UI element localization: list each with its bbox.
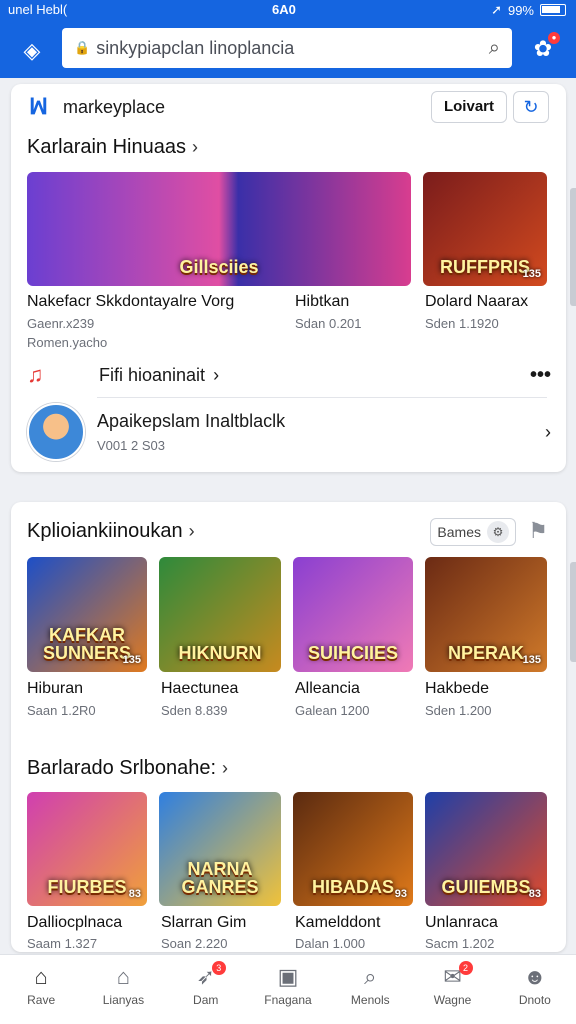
chat-icon: ✉ bbox=[443, 964, 462, 989]
location-icon: ➚ bbox=[491, 2, 502, 17]
game-subtitle: Gaenr.x239 bbox=[27, 316, 95, 331]
notifications-icon[interactable]: ✿ ● bbox=[528, 32, 560, 66]
game-subtitle: Sacm 1.202 bbox=[425, 936, 495, 951]
tab-badge: 2 bbox=[458, 961, 473, 975]
tab-bag[interactable]: ▣ Fnagana bbox=[247, 955, 329, 1024]
game-title[interactable]: Alleancia bbox=[295, 680, 360, 698]
game-subtitle: Sden 1.1920 bbox=[425, 316, 499, 331]
section-title[interactable]: Barlarado Srlbonahe: › bbox=[27, 757, 228, 780]
section-title[interactable]: Karlarain Hinuaas › bbox=[27, 136, 198, 159]
game-thumbnail[interactable]: FIURBES 83 bbox=[27, 792, 147, 906]
tab-rocket[interactable]: ➶ 3 Dam bbox=[165, 955, 247, 1024]
lock-icon: 🔒 bbox=[74, 40, 91, 55]
search-icon: ⌕ bbox=[364, 964, 377, 989]
game-thumbnail[interactable]: SUIHCIIES bbox=[293, 557, 413, 672]
game-thumbnail[interactable]: GUIIEMBS 83 bbox=[425, 792, 547, 906]
game-title[interactable]: Hiburan bbox=[27, 680, 83, 698]
battery-percent: 99% bbox=[507, 2, 534, 18]
brand-row: ꟽ markeyplace Loivart ↻ bbox=[29, 90, 549, 124]
game-subtitle: Saam 1.327 bbox=[27, 936, 98, 951]
settings-icon: ⚙ bbox=[487, 521, 509, 543]
bottom-navigation: ⌂ Rave ⌂ Lianyas ➶ 3 Dam ▣ Fnagana ⌕ Menols ✉ 2… bbox=[0, 954, 576, 1024]
game-subtitle: Saan 1.2R0 bbox=[27, 703, 96, 718]
game-title[interactable]: Dolard Naarax bbox=[425, 293, 528, 311]
section-title[interactable]: Kplioiankiinoukan › bbox=[27, 520, 195, 543]
status-time: 6A0 bbox=[272, 2, 296, 17]
notification-dot: ● bbox=[548, 32, 560, 44]
game-title[interactable]: Hakbede bbox=[425, 680, 489, 698]
avatar bbox=[27, 403, 85, 461]
tab-profile[interactable]: ☻ Dnoto bbox=[494, 955, 576, 1024]
person-icon: ☻ bbox=[523, 964, 547, 989]
game-thumbnail[interactable]: Gillsciies bbox=[27, 172, 411, 286]
game-subtitle: Sdan 0.201 bbox=[295, 316, 362, 331]
diamond-nav-icon[interactable]: ◈ bbox=[18, 38, 46, 66]
chevron-right-icon: › bbox=[222, 758, 229, 778]
game-subtitle: Sden 8.839 bbox=[161, 703, 228, 718]
featured-card: ꟽ markeyplace Loivart ↻ Karlarain Hinuaa… bbox=[11, 84, 566, 472]
search-bar[interactable]: 🔒 sinkypiapclan linoplancia ⌕ bbox=[62, 28, 512, 68]
game-title[interactable]: Kamelddont bbox=[295, 914, 380, 932]
game-title[interactable]: Slarran Gim bbox=[161, 914, 246, 932]
game-title[interactable]: Unlanraca bbox=[425, 914, 498, 932]
status-bar: unel Hebl( 6A0 ➚ 99% bbox=[0, 0, 576, 20]
tab-search[interactable]: ⌕ Menols bbox=[329, 955, 411, 1024]
tab-home[interactable]: ⌂ Rave bbox=[0, 955, 82, 1024]
tab-chat[interactable]: ✉ 2 Wagne bbox=[411, 955, 493, 1024]
game-thumbnail[interactable]: RUFFPRIS 135 bbox=[423, 172, 547, 286]
divider bbox=[97, 397, 547, 398]
brand-logo-icon: ꟽ bbox=[29, 94, 48, 119]
brand-name: markeyplace bbox=[63, 96, 166, 117]
chevron-right-icon: › bbox=[191, 137, 198, 157]
game-thumbnail[interactable]: NPERAK 135 bbox=[425, 557, 547, 672]
chevron-right-icon[interactable]: › bbox=[545, 422, 551, 443]
carrier-label: unel Hebl( bbox=[8, 2, 68, 17]
game-thumbnail[interactable]: KAFKAR SUNNERS 135 bbox=[27, 557, 147, 672]
game-subtitle: Dalan 1.000 bbox=[295, 936, 366, 951]
game-thumbnail[interactable]: HIKNURN bbox=[159, 557, 281, 672]
list-item[interactable]: Apaikepslam Inaltblaclk V001 2 S03 › bbox=[27, 400, 551, 464]
battery-icon bbox=[540, 4, 566, 16]
tab-store[interactable]: ⌂ Lianyas bbox=[82, 955, 164, 1024]
game-title[interactable]: Haectunea bbox=[161, 680, 238, 698]
collections-card: Kplioiankiinoukan › Bames ⚙ ⚑ KAFKAR SUNNE… bbox=[11, 502, 566, 952]
game-subtitle: Romen.yacho bbox=[27, 335, 108, 350]
more-options-icon[interactable]: ••• bbox=[530, 364, 551, 387]
bag-icon: ▣ bbox=[277, 964, 299, 989]
game-subtitle: Sden 1.200 bbox=[425, 703, 492, 718]
rocket-icon: ➶ bbox=[196, 964, 215, 989]
search-icon[interactable]: ⌕ bbox=[489, 37, 500, 60]
game-title[interactable]: Dalliocplnaca bbox=[27, 914, 122, 932]
game-subtitle: Soan 2.220 bbox=[161, 936, 228, 951]
game-subtitle: Galean 1200 bbox=[295, 703, 370, 718]
music-icon: ♫ bbox=[27, 362, 44, 387]
game-title[interactable]: Nakefacr Skkdontayalre Vorg bbox=[27, 293, 234, 311]
chevron-right-icon: › bbox=[188, 521, 195, 541]
game-thumbnail[interactable]: HIBADAS 93 bbox=[293, 792, 413, 906]
refresh-icon[interactable]: ↻ bbox=[513, 91, 549, 123]
search-input[interactable]: sinkypiapclan linoplancia bbox=[96, 38, 489, 59]
top-app-bar: unel Hebl( 6A0 ➚ 99% ◈ 🔒 sinkypiapclan l… bbox=[0, 0, 576, 78]
home-icon: ⌂ bbox=[34, 964, 48, 989]
chevron-right-icon: › bbox=[213, 364, 220, 385]
tab-badge: 3 bbox=[211, 961, 226, 975]
list-item[interactable]: ♫ Fifi hioaninait › ••• bbox=[27, 360, 551, 390]
game-title[interactable]: Hibtkan bbox=[295, 293, 349, 311]
flag-icon[interactable]: ⚑ bbox=[528, 518, 548, 544]
game-thumbnail[interactable]: NARNA GANRES bbox=[159, 792, 281, 906]
loivart-button[interactable]: Loivart bbox=[430, 91, 507, 123]
carousel-edge bbox=[570, 188, 576, 306]
filter-chip[interactable]: Bames ⚙ bbox=[430, 518, 516, 546]
carousel-edge bbox=[570, 562, 576, 662]
store-icon: ⌂ bbox=[116, 964, 131, 989]
